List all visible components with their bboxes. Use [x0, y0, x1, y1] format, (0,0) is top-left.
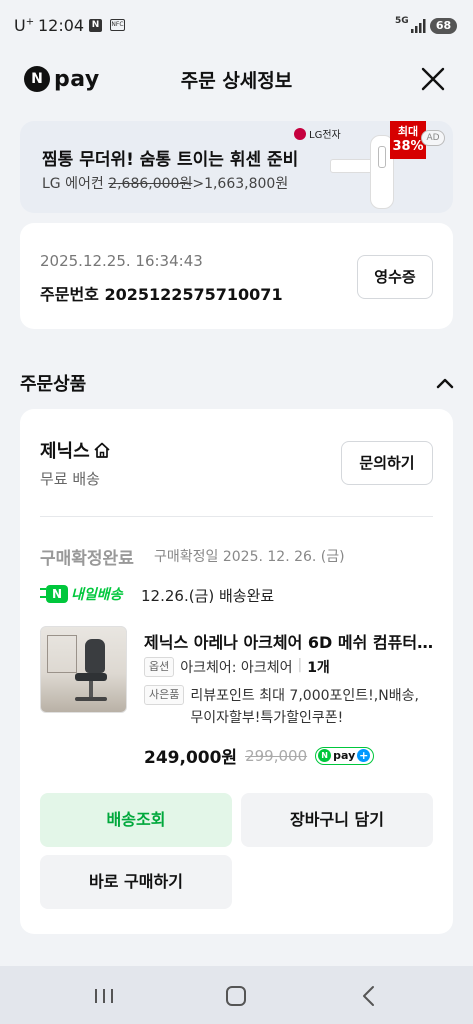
option-value: 아크체어: 아크체어	[180, 660, 293, 676]
thumb-chair-seat	[75, 673, 107, 681]
ad-brand: LG전자	[294, 126, 341, 141]
npay-n: N	[318, 749, 332, 762]
plus-icon: +	[357, 749, 371, 762]
recent-apps-icon[interactable]	[93, 988, 115, 1004]
price: 249,000원	[144, 748, 238, 768]
tomorrow-delivery-badge: N 내일배송	[40, 584, 123, 604]
chevron-up-icon[interactable]	[434, 372, 456, 394]
option-row: 옵션 아크체어: 아크체어 | 1개	[144, 657, 330, 677]
page-header: N pay 주문 상세정보	[0, 46, 473, 114]
signal-icon	[411, 19, 426, 33]
shop-name[interactable]: 제닉스	[40, 437, 111, 463]
ad-banner[interactable]: LG전자 찜통 무더위! 숨통 트이는 휘센 준비 LG 에어컨 2,686,0…	[20, 121, 453, 213]
buy-now-button[interactable]: 바로 구매하기	[40, 855, 232, 909]
air-conditioner-image	[330, 159, 374, 173]
home-icon	[94, 442, 110, 458]
option-tag: 옵션	[144, 657, 175, 677]
section-title-order-items: 주문상품	[20, 374, 87, 395]
purchase-confirm-date: 구매확정일 2025. 12. 26. (금)	[154, 549, 345, 565]
product-card: 제닉스 무료 배송 문의하기 구매확정완료 구매확정일 2025. 12. 26…	[20, 409, 453, 934]
thumb-shelf	[47, 635, 77, 673]
add-to-cart-button[interactable]: 장바구니 담기	[241, 793, 433, 847]
npay-text: pay	[333, 749, 356, 762]
nfc-icon: NFC	[110, 19, 125, 31]
speed-lines-icon	[40, 588, 46, 598]
delivery-status: 12.26.(금) 배송완료	[141, 587, 275, 605]
npay-plus-badge: N pay +	[315, 746, 375, 765]
ad-price-line: LG 에어컨 2,686,000원>1,663,800원	[42, 176, 289, 192]
ad-label[interactable]: AD	[421, 130, 445, 146]
clock: 12:04	[38, 16, 85, 35]
thumb-chair-post	[89, 681, 93, 697]
gift-text: 리뷰포인트 최대 7,000포인트!,N배송,무이자할부!특가할인쿠폰!	[190, 688, 419, 726]
lg-logo-icon	[294, 127, 306, 140]
page-title: 주문 상세정보	[180, 70, 293, 92]
nav-home-icon[interactable]	[226, 986, 246, 1006]
thumb-chair-base	[75, 697, 107, 701]
inquiry-button[interactable]: 문의하기	[341, 441, 433, 485]
tomorrow-delivery-n: N	[46, 585, 68, 603]
divider	[40, 516, 433, 517]
option-separator: |	[297, 657, 303, 673]
quantity: 1개	[307, 660, 330, 676]
system-nav-bar	[0, 966, 473, 1024]
thumb-chair-back	[85, 639, 105, 673]
receipt-button[interactable]: 영수증	[357, 255, 433, 299]
status-bar: U+ 12:04 N NFC 5G 68	[0, 0, 473, 46]
naver-notification-icon: N	[89, 19, 102, 32]
price-row: 249,000원 299,000 N pay +	[144, 743, 375, 768]
back-icon[interactable]	[360, 985, 378, 1007]
track-delivery-button[interactable]: 배송조회	[40, 793, 232, 847]
order-info-card: 2025.12.25. 16:34:43 주문번호 20251225757100…	[20, 223, 453, 329]
product-thumbnail[interactable]	[40, 626, 127, 713]
original-price: 299,000	[245, 746, 308, 765]
ad-sale-price: >1,663,800원	[192, 176, 289, 192]
product-name[interactable]: 제닉스 아레나 아크체어 6D 메쉬 컴퓨터 의자	[144, 629, 434, 653]
order-number: 주문번호 2025122575710071	[40, 285, 283, 304]
gift-row: 사은품 리뷰포인트 최대 7,000포인트!,N배송,무이자할부!특가할인쿠폰!	[144, 685, 420, 729]
network-type: 5G	[395, 16, 409, 26]
carrier-label: U+	[14, 16, 35, 35]
ad-headline: 찜통 무더위! 숨통 트이는 휘센 준비	[42, 150, 299, 170]
ad-original-price: 2,686,000원	[108, 176, 193, 192]
purchase-status: 구매확정완료	[40, 549, 134, 569]
shipping-fee: 무료 배송	[40, 470, 100, 488]
close-icon[interactable]	[420, 66, 446, 92]
order-datetime: 2025.12.25. 16:34:43	[40, 252, 203, 270]
gift-tag: 사은품	[144, 685, 185, 705]
tomorrow-delivery-label: 내일배송	[71, 587, 123, 603]
battery-indicator: 68	[430, 18, 457, 34]
